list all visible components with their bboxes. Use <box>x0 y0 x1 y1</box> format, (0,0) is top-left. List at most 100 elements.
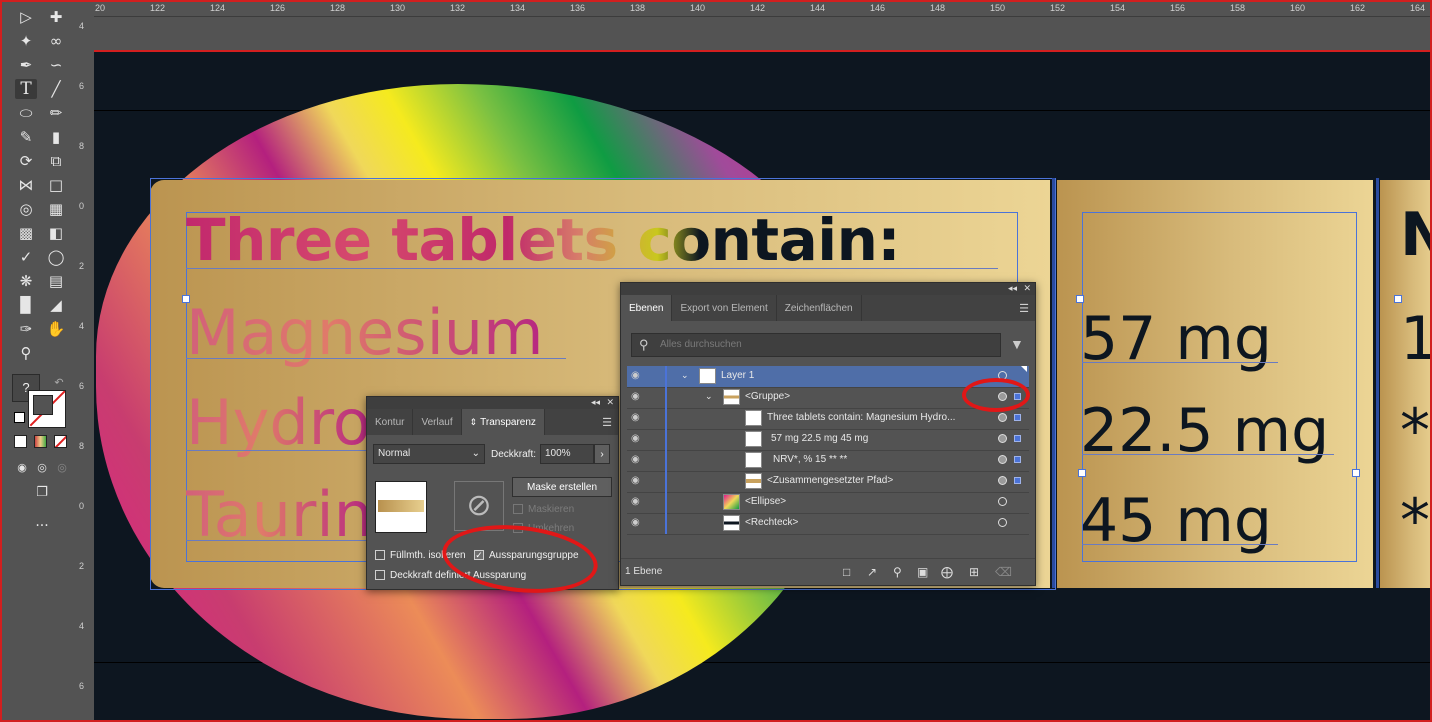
new-sublayer-icon[interactable]: ⨁ <box>941 565 953 579</box>
gradient-mode-icon[interactable] <box>34 435 47 448</box>
pen-tool-icon[interactable]: ✒ <box>15 55 37 75</box>
draw-behind-icon[interactable]: ◎ <box>31 457 53 477</box>
layers-search-input[interactable]: Alles durchsuchen <box>631 333 1001 357</box>
symbol-sprayer-tool-icon[interactable]: ❋ <box>15 271 37 291</box>
rotate-tool-icon[interactable]: ⟳ <box>15 151 37 171</box>
collect-export-icon[interactable]: □ <box>843 565 850 579</box>
delete-icon[interactable]: ⌫ <box>995 565 1012 579</box>
zoom-tool-icon[interactable]: ⚲ <box>15 343 37 363</box>
locate-object-icon[interactable]: ⚲ <box>893 565 902 579</box>
magic-wand-tool-icon[interactable]: ✦ <box>15 31 37 51</box>
vertical-ruler[interactable]: 4 6 8 0 2 4 6 8 0 2 4 6 <box>76 2 95 720</box>
target-circle-icon[interactable] <box>998 476 1007 485</box>
shape-builder-tool-icon[interactable]: ◎ <box>15 199 37 219</box>
swap-fill-stroke-icon[interactable]: ↶ <box>48 372 70 392</box>
width-tool-icon[interactable]: ⋈ <box>15 175 37 195</box>
chevron-down-icon[interactable]: ⌄ <box>681 370 689 381</box>
eyedropper-tool-icon[interactable]: ✓ <box>15 247 37 267</box>
nrv-value-text[interactable]: 1 <box>1400 304 1432 374</box>
scale-tool-icon[interactable]: ⧉ <box>45 151 67 171</box>
pasteboard[interactable] <box>94 17 1430 50</box>
selection-square-icon[interactable] <box>1014 414 1021 421</box>
visibility-eye-icon[interactable]: ◉ <box>631 517 640 528</box>
direct-selection-tool-icon[interactable]: ✚ <box>45 7 67 27</box>
collapse-icon[interactable]: ◂◂ <box>1008 283 1017 294</box>
none-mode-icon[interactable] <box>54 435 67 448</box>
nrv-heading-text[interactable]: N <box>1400 200 1432 270</box>
make-mask-button[interactable]: Maske erstellen <box>512 477 612 497</box>
perspective-tool-icon[interactable]: ▦ <box>45 199 67 219</box>
tab-transparenz[interactable]: ⇕ Transparenz <box>461 409 545 435</box>
horizontal-ruler[interactable]: 20 122 124 126 128 130 132 134 136 138 1… <box>94 2 1430 17</box>
stroke-swatch[interactable] <box>33 395 53 415</box>
close-icon[interactable]: ✕ <box>606 397 614 408</box>
ellipse-tool-icon[interactable]: ⬭ <box>15 103 37 123</box>
nrv-value-text[interactable]: * <box>1400 396 1430 466</box>
screen-mode-icon[interactable]: ❐ <box>31 482 53 502</box>
tab-kontur[interactable]: Kontur <box>367 409 414 435</box>
selection-square-icon[interactable] <box>1014 435 1021 442</box>
filter-icon[interactable]: ▼ <box>1010 336 1024 352</box>
value-text[interactable]: 22.5 mg <box>1080 396 1329 466</box>
graph-tool-icon[interactable]: ▤ <box>45 271 67 291</box>
line-tool-icon[interactable]: ╱ <box>45 79 67 99</box>
tab-verlauf[interactable]: Verlauf <box>413 409 462 435</box>
collapse-icon[interactable]: ◂◂ <box>591 397 600 408</box>
layer-row[interactable]: ◉ 57 mg 22.5 mg 45 mg <box>627 429 1029 451</box>
visibility-eye-icon[interactable]: ◉ <box>631 412 640 423</box>
target-circle-icon[interactable] <box>998 518 1007 527</box>
mesh-tool-icon[interactable]: ▩ <box>15 223 37 243</box>
new-layer-icon[interactable]: ⊞ <box>969 565 979 579</box>
panel-header[interactable]: ◂◂ ✕ <box>621 283 1035 295</box>
fill-swatch[interactable] <box>28 390 66 428</box>
visibility-eye-icon[interactable]: ◉ <box>631 370 640 381</box>
visibility-eye-icon[interactable]: ◉ <box>631 454 640 465</box>
target-circle-icon[interactable] <box>998 455 1007 464</box>
visibility-eye-icon[interactable]: ◉ <box>631 496 640 507</box>
selection-tool-icon[interactable]: ▷ <box>15 7 37 27</box>
artwork-thumbnail[interactable] <box>375 481 427 533</box>
layer-row[interactable]: ◉ <Zusammengesetzter Pfad> <box>627 471 1029 493</box>
slice-tool-icon[interactable]: ✑ <box>15 319 37 339</box>
lasso-tool-icon[interactable]: ∞ <box>45 31 67 51</box>
draw-inside-icon[interactable]: ◎ <box>51 457 73 477</box>
blend-tool-icon[interactable]: ◯ <box>45 247 67 267</box>
curvature-tool-icon[interactable]: ∽ <box>45 55 67 75</box>
value-text[interactable]: 45 mg <box>1080 486 1272 556</box>
free-transform-tool-icon[interactable]: □ <box>45 175 67 195</box>
visibility-eye-icon[interactable]: ◉ <box>631 391 640 402</box>
layer-row[interactable]: ◉ NRV*, % 15 ** ** <box>627 450 1029 472</box>
type-tool-icon[interactable]: T <box>15 79 37 99</box>
panel-menu-icon[interactable]: ☰ <box>602 416 612 429</box>
tab-export[interactable]: Export von Element <box>672 295 777 321</box>
tab-zeichenflaechen[interactable]: Zeichenflächen <box>777 295 862 321</box>
color-mode-icon[interactable] <box>14 435 27 448</box>
nrv-value-text[interactable]: * <box>1400 486 1430 556</box>
value-text[interactable]: 57 mg <box>1080 304 1272 374</box>
blend-mode-select[interactable]: Normal ⌄ <box>373 444 485 464</box>
opacity-mask-checkbox[interactable] <box>375 570 385 580</box>
isolate-blending-checkbox[interactable] <box>375 550 385 560</box>
target-circle-icon[interactable] <box>998 497 1007 506</box>
export-icon[interactable]: ↗ <box>867 565 877 579</box>
target-circle-icon[interactable] <box>998 434 1007 443</box>
column-graph-tool-icon[interactable]: ▉ <box>15 295 37 315</box>
draw-normal-icon[interactable]: ◉ <box>11 457 33 477</box>
selection-square-icon[interactable] <box>1014 477 1021 484</box>
panel-header[interactable]: ◂◂ ✕ <box>367 397 618 409</box>
layer-row[interactable]: ◉ <Rechteck> <box>627 513 1029 535</box>
resize-handle[interactable] <box>1352 469 1360 477</box>
resize-handle[interactable] <box>1076 295 1084 303</box>
selection-square-icon[interactable] <box>1014 456 1021 463</box>
chevron-down-icon[interactable]: ⌄ <box>705 391 713 402</box>
visibility-eye-icon[interactable]: ◉ <box>631 433 640 444</box>
opacity-input[interactable]: 100% <box>540 444 594 464</box>
artboard-tool-icon[interactable]: ◢ <box>45 295 67 315</box>
default-colors-icon[interactable] <box>14 412 25 423</box>
layer-row[interactable]: ◉ <Ellipse> <box>627 492 1029 514</box>
target-circle-icon[interactable] <box>998 413 1007 422</box>
close-icon[interactable]: ✕ <box>1023 283 1031 294</box>
gradient-tool-icon[interactable]: ◧ <box>45 223 67 243</box>
resize-handle[interactable] <box>1394 295 1402 303</box>
resize-handle[interactable] <box>1078 469 1086 477</box>
